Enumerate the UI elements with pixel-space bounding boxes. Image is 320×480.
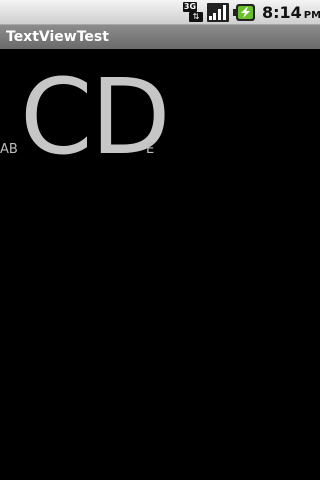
status-clock: 8:14 PM — [262, 3, 320, 23]
clock-ampm: PM — [303, 10, 320, 21]
text-small-after: E — [146, 142, 155, 157]
network-3g-icon: 3G ⇅ — [183, 2, 203, 22]
content-area: AB CD E — [0, 49, 320, 480]
network-type-label: 3G — [183, 2, 197, 12]
app-title: TextViewTest — [6, 29, 109, 45]
data-activity-icon: ⇅ — [189, 12, 203, 22]
signal-bars-icon — [207, 3, 229, 22]
title-bar: TextViewTest — [0, 25, 320, 49]
clock-time: 8:14 — [262, 3, 302, 22]
charging-battery-icon — [233, 3, 255, 22]
text-large: CD — [20, 56, 171, 178]
status-bar: 3G ⇅ 8:14 PM — [0, 0, 320, 25]
text-small-before: AB — [0, 142, 18, 157]
app-screen: 3G ⇅ 8:14 PM TextViewTest AB CD E — [0, 0, 320, 480]
